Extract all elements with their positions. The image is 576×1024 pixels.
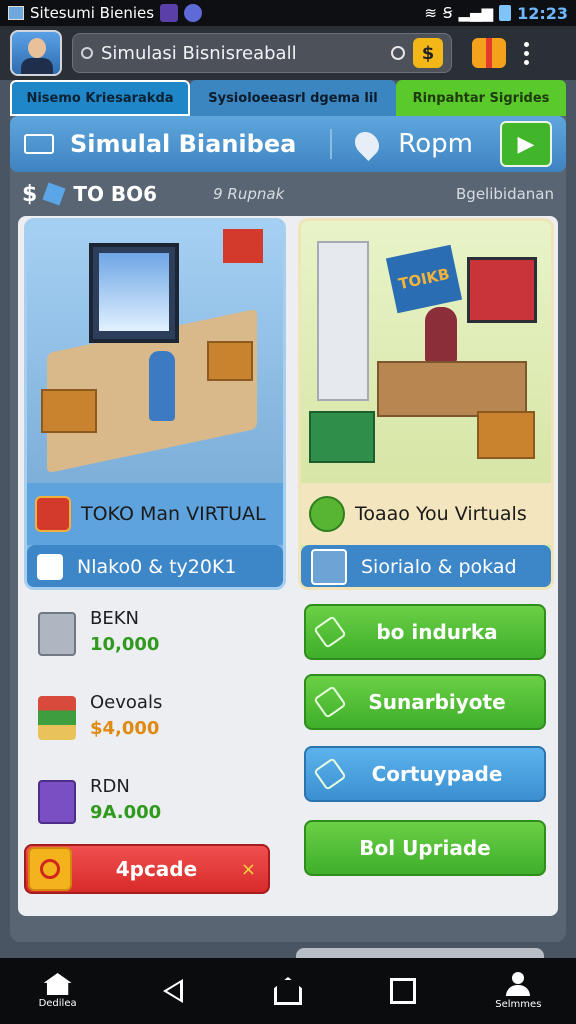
card-icon [24, 134, 54, 154]
signal-icon: ▂▄▆ [458, 4, 494, 22]
status-bar: Sitesumi Bienies ≋ Ꞩ ▂▄▆ 12:23 [0, 0, 576, 26]
nav-home-label: Dedilea [38, 998, 77, 1009]
nav-home[interactable]: Dedilea [18, 973, 98, 1009]
resource-list: BEKN 10,000 Oevoals $4,000 RDN 9A.000 [30, 604, 270, 834]
lock-icon [81, 47, 93, 59]
resource-item: RDN 9A.000 [30, 772, 270, 832]
location-label: Ropm [398, 129, 473, 159]
card-title-row: Toaao You Virtuals [301, 483, 551, 545]
bag-icon [37, 554, 63, 580]
home-icon [43, 973, 72, 995]
business-card-physical-store[interactable]: TOKO Man VIRTUAL Nlako0 & ty20K1 [24, 218, 286, 590]
action-button-2[interactable]: Sunarbiyote [304, 674, 546, 730]
secondary-stat: 9 Rupnak [213, 185, 284, 203]
account-notification-icon [184, 4, 203, 22]
action-label: Bol Upriade [359, 836, 491, 860]
nav-profile-label: Selmmes [495, 999, 542, 1010]
main-stat: TO BO6 [73, 182, 158, 206]
tab-2[interactable]: Sysioloeeasrl dgema lil [190, 80, 396, 116]
card-action-label: Nlako0 & ty20K1 [77, 556, 237, 578]
action-label: Sunarbiyote [368, 690, 506, 714]
tab-bar: Nisemo Kriesarakda Sysioloeeasrl dgema l… [10, 80, 566, 116]
bucket-icon [38, 612, 76, 656]
nav-house[interactable] [248, 977, 328, 1005]
resource-value: 9A.000 [90, 802, 162, 823]
location-pin-icon [350, 127, 385, 161]
header-bar: Simulal Bianibea Ropm ▶ [10, 116, 566, 172]
nav-recents[interactable] [363, 978, 443, 1004]
nav-profile[interactable]: Selmmes [478, 972, 558, 1010]
shop-illustration: TOIKB [301, 221, 551, 483]
resource-name: BEKN [90, 608, 139, 629]
secondary-stat-value: 9 [213, 185, 223, 203]
card-action-label: Siorialo & pokad [361, 556, 517, 578]
store-illustration [27, 221, 283, 483]
globe-icon [309, 496, 345, 532]
search-box[interactable]: Simulasi Bisnisreaball $ [72, 33, 452, 73]
card-title: Toaao You Virtuals [355, 503, 527, 525]
store-icon [35, 496, 71, 532]
action-button-1[interactable]: bo indurka [304, 604, 546, 660]
resource-item: BEKN 10,000 [30, 604, 270, 664]
card-action-button[interactable]: Nlako0 & ty20K1 [27, 545, 283, 587]
stats-bar: $ TO BO6 9 Rupnak Bgelibidanan [10, 172, 566, 216]
page-title: Simulal Bianibea [70, 130, 297, 158]
timer-icon [28, 847, 72, 891]
card-action-button[interactable]: Siorialo & pokad [301, 545, 551, 587]
app-bar: Simulasi Bisnisreaball $ [0, 26, 576, 80]
content-area: TOKO Man VIRTUAL Nlako0 & ty20K1 TOIKB T… [18, 216, 558, 916]
tab-1[interactable]: Nisemo Kriesarakda [10, 80, 190, 116]
status-title: Sitesumi Bienies [30, 4, 155, 22]
upgrade-label: 4pcade [115, 857, 198, 881]
shop-sign: TOIKB [385, 244, 463, 314]
clock: 12:23 [517, 3, 568, 23]
upgrade-button[interactable]: 4pcade × [24, 844, 270, 894]
recents-icon [390, 978, 417, 1004]
partial-button[interactable] [296, 948, 544, 958]
resource-name: RDN [90, 776, 130, 797]
action-buttons: bo indurka Sunarbiyote Cortuypade Bol Up… [304, 604, 546, 904]
tab-3[interactable]: Rinpahtar Sigrides [396, 80, 566, 116]
play-button[interactable]: ▶ [500, 121, 552, 167]
navigation-bar: Dedilea Selmmes [0, 958, 576, 1024]
user-icon [505, 972, 531, 996]
divider [330, 129, 333, 159]
stack-icon [38, 696, 76, 740]
resource-value: 10,000 [90, 634, 160, 655]
action-label: bo indurka [376, 620, 498, 644]
voice-search-icon[interactable] [391, 46, 405, 60]
coin-icon[interactable]: $ [413, 38, 443, 68]
app-notification-icon [160, 4, 179, 22]
house-icon [273, 977, 302, 1005]
resource-name: Oevoals [90, 692, 163, 713]
close-icon[interactable]: × [241, 859, 256, 880]
image-icon [8, 6, 24, 20]
back-icon [162, 979, 183, 1003]
action-button-3[interactable]: Cortuypade [304, 746, 546, 802]
action-label: Cortuypade [371, 762, 503, 786]
cash-icon: $ [22, 181, 38, 207]
search-input[interactable]: Simulasi Bisnisreaball [101, 43, 383, 64]
secondary-stat-label: Rupnak [227, 185, 285, 203]
gift-icon[interactable] [472, 38, 506, 68]
wifi-icon: ≋ [424, 4, 437, 22]
avatar[interactable] [10, 30, 62, 76]
cube-icon [42, 182, 66, 206]
edit-icon [311, 549, 347, 585]
upgrade-action-button[interactable]: Bol Upriade [304, 820, 546, 876]
card-title-row: TOKO Man VIRTUAL [27, 483, 283, 545]
resource-item: Oevoals $4,000 [30, 688, 270, 748]
resource-value: $4,000 [90, 718, 160, 739]
silent-icon: Ꞩ [442, 4, 453, 22]
main-panel: Simulal Bianibea Ropm ▶ $ TO BO6 9 Rupna… [10, 116, 566, 942]
card-title: TOKO Man VIRTUAL [81, 503, 266, 525]
nav-back[interactable] [133, 979, 213, 1003]
barrel-icon [38, 780, 76, 824]
right-stat: Bgelibidanan [456, 185, 554, 203]
more-menu-icon[interactable] [524, 41, 529, 65]
business-card-online-store[interactable]: TOIKB Toaao You Virtuals Siorialo & poka… [298, 218, 554, 590]
battery-icon [499, 5, 512, 21]
